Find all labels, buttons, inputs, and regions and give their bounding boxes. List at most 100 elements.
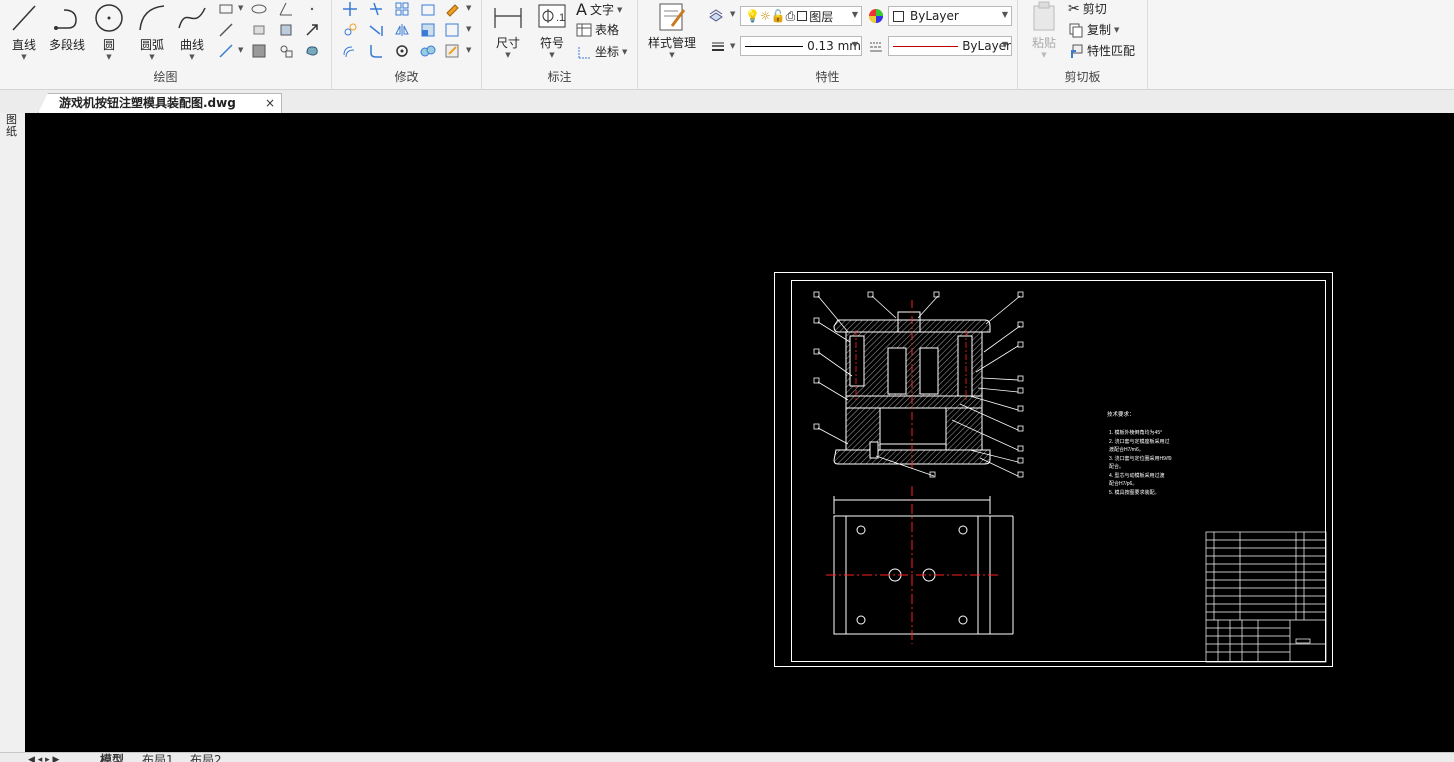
ellipse-icon[interactable] (251, 1, 267, 17)
coordinate-button[interactable]: 坐标 ▼ (576, 43, 627, 60)
rectangle-icon[interactable] (218, 1, 234, 17)
tab-layout1[interactable]: 布局1 (142, 753, 174, 762)
note-line: 4. 型芯与动模板采用过渡 (1109, 472, 1165, 479)
copy-objects-icon[interactable] (342, 22, 358, 38)
layer-color-swatch (797, 11, 808, 21)
chevron-down-icon: ▼ (549, 51, 555, 59)
layer-value: 图层 (809, 9, 834, 24)
lock-icon: 🔓 (770, 9, 786, 23)
array-icon[interactable] (394, 1, 410, 17)
chevron-down-icon: ▼ (851, 40, 858, 49)
arc-label: 圆弧 (139, 38, 164, 52)
cut-button[interactable]: ✂ 剪切 (1068, 0, 1107, 17)
polyline-button[interactable]: 多段线 (45, 2, 89, 53)
lineweight-icon[interactable] (710, 38, 726, 54)
title-block (1205, 531, 1327, 663)
tab-layout2[interactable]: 布局2 (190, 753, 222, 762)
stretch-icon[interactable] (420, 1, 436, 17)
chevron-down-icon: ▼ (21, 53, 27, 61)
table-button[interactable]: 表格 (576, 21, 619, 38)
properties-group-label: 特性 (815, 70, 840, 84)
draw-group: 直线 ▼ 多段线 圆 ▼ 圆弧 ▼ 曲线 ▼ ▼ ▼ 绘图 (0, 0, 332, 90)
lineweight-dropdown[interactable]: 0.13 mm ▼ (740, 36, 862, 56)
color-dropdown[interactable]: ByLayer ▼ (888, 6, 1012, 26)
linetype-dropdown[interactable]: ByLayer ▼ (888, 36, 1012, 56)
dimension-icon (494, 8, 522, 28)
polyline-icon (54, 9, 77, 30)
xline-icon[interactable] (218, 22, 234, 38)
explode-icon[interactable] (444, 22, 460, 38)
document-tab[interactable]: 游戏机按钮注塑模具装配图.dwg × (38, 93, 282, 113)
circle-button[interactable]: 圆 ▼ (92, 2, 126, 61)
paste-button[interactable]: 粘贴 ▼ (1026, 0, 1062, 59)
chevron-down-icon[interactable]: ▼ (466, 4, 471, 12)
color-value: ByLayer (910, 9, 959, 23)
revcloud-icon[interactable] (304, 43, 320, 59)
close-icon[interactable]: × (265, 94, 275, 113)
text-icon: A (576, 0, 587, 19)
point-icon[interactable] (304, 1, 320, 17)
table-label: 表格 (595, 23, 620, 37)
chevron-down-icon[interactable]: ▼ (730, 10, 735, 18)
text-button[interactable]: A 文字 ▼ (576, 0, 622, 19)
layer-properties-icon[interactable] (708, 7, 724, 23)
note-line: 配合H7/p6。 (1109, 480, 1137, 487)
arrow-icon[interactable] (304, 22, 320, 38)
match-properties-icon (1071, 44, 1083, 58)
chevron-down-icon: ▼ (1041, 51, 1047, 59)
chevron-down-icon[interactable]: ▼ (466, 46, 471, 54)
chevron-down-icon[interactable]: ▼ (466, 25, 471, 33)
annotate-group-label: 标注 (547, 70, 572, 84)
curve-button[interactable]: 曲线 ▼ (174, 2, 210, 61)
fillet-icon[interactable] (368, 43, 384, 59)
copy-label: 复制 (1087, 23, 1112, 37)
chevron-down-icon: ▼ (616, 5, 623, 14)
linetype-icon[interactable] (868, 38, 884, 54)
style-manager-label: 样式管理 (647, 36, 696, 50)
join-icon[interactable] (420, 43, 436, 59)
chevron-down-icon[interactable]: ▼ (238, 46, 243, 54)
scissors-icon: ✂ (1068, 0, 1080, 17)
mirror-icon[interactable] (394, 22, 410, 38)
modify-group: ▼ ▼ ▼ 修改 (332, 0, 482, 90)
extend-icon[interactable] (368, 22, 384, 38)
lightbulb-icon: 💡 (745, 9, 760, 23)
sheet-panel-label[interactable]: 图纸 (6, 114, 18, 138)
copy-button[interactable]: 复制 ▼ (1068, 21, 1119, 38)
arc-button[interactable]: 圆弧 ▼ (134, 2, 170, 61)
move-icon[interactable] (342, 1, 358, 17)
match-properties-button[interactable]: 特性匹配 (1068, 42, 1135, 59)
tab-model[interactable]: 模型 (100, 753, 124, 762)
scale-icon[interactable] (420, 22, 436, 38)
ray-icon[interactable] (218, 43, 234, 59)
drawing-canvas[interactable]: 技术要求： 1. 模板外棱倒角均为45° 2. 浇口套与定模座板采用过 渡配合H… (25, 113, 1454, 753)
style-manager-button[interactable]: 样式管理 ▼ (644, 2, 700, 59)
trim-icon[interactable] (368, 1, 384, 17)
rotate-icon[interactable] (394, 43, 410, 59)
hatch-icon[interactable] (251, 43, 267, 59)
color-swatch (893, 10, 904, 22)
block-icon[interactable] (278, 43, 294, 59)
tab-nav-arrows[interactable]: ◀ ◂ ▸ ▶ (28, 753, 59, 762)
color-wheel-icon[interactable] (868, 8, 884, 24)
chevron-down-icon[interactable]: ▼ (238, 4, 243, 12)
line-button[interactable]: 直线 ▼ (6, 2, 42, 61)
erase-icon[interactable] (444, 1, 460, 17)
note-line: 渡配合H7/m6。 (1109, 446, 1144, 453)
properties-edit-icon[interactable] (444, 43, 460, 59)
annotate-group: 尺寸 ▼ .1 符号 ▼ A 文字 ▼ 表格 坐标 ▼ 标注 (482, 0, 638, 90)
region-icon[interactable] (251, 22, 267, 38)
note-line: 1. 模板外棱倒角均为45° (1109, 429, 1162, 436)
angle-icon[interactable] (278, 1, 294, 17)
circle-label: 圆 (102, 38, 115, 52)
symbol-button[interactable]: .1 符号 ▼ (534, 2, 570, 59)
chevron-down-icon[interactable]: ▼ (730, 42, 735, 50)
offset-icon[interactable] (342, 43, 358, 59)
note-line: 3. 浇口套与定位圈采用H9/f9 (1109, 455, 1172, 462)
line-icon (12, 5, 36, 31)
wipeout-icon[interactable] (278, 22, 294, 38)
ribbon: 直线 ▼ 多段线 圆 ▼ 圆弧 ▼ 曲线 ▼ ▼ ▼ 绘图 ▼ ▼ ▼ 修改 尺… (0, 0, 1454, 90)
layer-dropdown[interactable]: 💡 ☼ 🔓 ⎙ 图层 ▼ (740, 6, 862, 26)
dimension-button[interactable]: 尺寸 ▼ (490, 2, 526, 59)
drawing-sheet: 技术要求： 1. 模板外棱倒角均为45° 2. 浇口套与定模座板采用过 渡配合H… (774, 272, 1333, 667)
